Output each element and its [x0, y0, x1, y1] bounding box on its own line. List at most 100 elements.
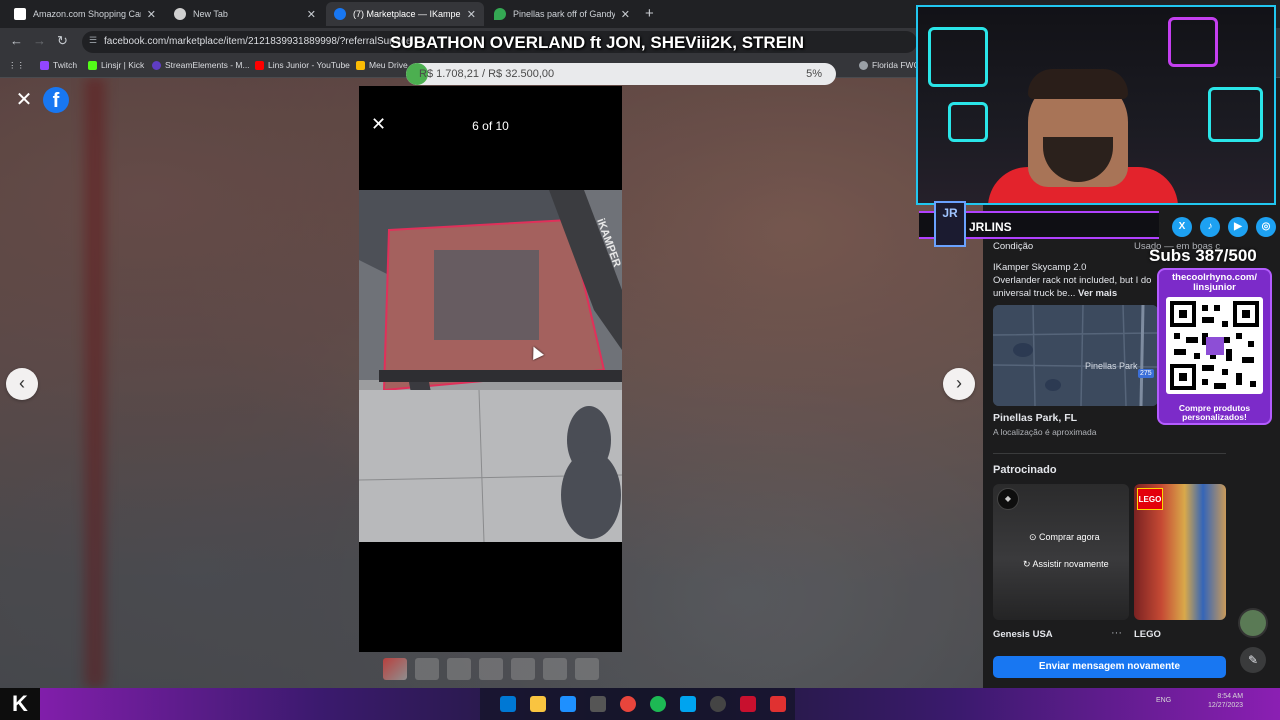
donation-goal-bar: R$ 1.708,21 / R$ 32.500,00 5%: [406, 63, 836, 85]
goal-percent: 5%: [806, 68, 822, 80]
facebook-icon: [334, 8, 346, 20]
streamer-name-bar: JRLINS JR X ♪ ▶ ◎: [916, 201, 1280, 247]
app-icon[interactable]: [680, 696, 696, 712]
bookmark-florida-fwc[interactable]: Florida FWC: [859, 60, 920, 70]
streamer-webcam: [916, 5, 1276, 205]
location-note: A localização é aproximada: [993, 427, 1097, 437]
steam-icon[interactable]: [590, 696, 606, 712]
location-map[interactable]: Pinellas Park 275: [993, 305, 1158, 406]
replay-button[interactable]: ↻ Assistir novamente: [1023, 559, 1109, 570]
taskbar-apps: [480, 688, 795, 720]
more-options-icon[interactable]: ···: [1111, 627, 1122, 639]
spotify-icon[interactable]: [650, 696, 666, 712]
youtube-icon: [255, 60, 264, 70]
facebook-logo[interactable]: f: [43, 87, 69, 113]
tab-new-tab[interactable]: New Tab ✕: [166, 2, 324, 26]
new-tab-button[interactable]: +: [645, 5, 654, 22]
tab-marketplace[interactable]: (7) Marketplace — IKamper Sky ✕: [326, 2, 484, 26]
marketplace-photo-viewer: ✕ f ✕ 6 of 10 iKAMPER ‹ ›: [0, 78, 983, 688]
qr-promo-card: thecoolrhyno.com/ linsjunior Compre prod…: [1157, 268, 1272, 425]
next-photo-button[interactable]: ›: [943, 368, 975, 400]
thumbnail[interactable]: [447, 658, 471, 680]
obs-icon[interactable]: [710, 696, 726, 712]
close-tab-icon[interactable]: ✕: [307, 8, 316, 21]
bookmark-twitch[interactable]: Twitch: [40, 60, 77, 70]
forward-icon[interactable]: →: [33, 33, 46, 48]
kick-logo: K: [0, 688, 40, 720]
ad-lego[interactable]: LEGO: [1134, 484, 1226, 620]
kick-icon: [88, 60, 97, 70]
app-icon[interactable]: [770, 696, 786, 712]
close-tab-icon[interactable]: ✕: [467, 8, 476, 21]
thumbnail[interactable]: [479, 658, 503, 680]
instagram-icon: ◎: [1256, 217, 1276, 237]
previous-photo-button[interactable]: ‹: [6, 368, 38, 400]
bookmark-youtube[interactable]: Lins Junior - YouTube: [255, 60, 350, 70]
ad-genesis[interactable]: ◆ ⊙ Comprar agora ↻ Assistir novamente: [993, 484, 1129, 620]
amazon-icon: [14, 8, 26, 20]
photo-counter: 6 of 10: [472, 119, 509, 133]
thumbnail[interactable]: [415, 658, 439, 680]
photo-viewer: ✕ 6 of 10 iKAMPER: [359, 86, 622, 652]
thumbnail[interactable]: [575, 658, 599, 680]
language-indicator[interactable]: ENG: [1156, 697, 1171, 704]
tab-google-maps[interactable]: Pinellas park off of Gandy - Go ✕: [486, 2, 638, 26]
streamelements-icon: [152, 60, 161, 70]
start-icon[interactable]: [500, 696, 516, 712]
apps-icon[interactable]: ⋮⋮: [8, 60, 25, 71]
goal-amount: R$ 1.708,21 / R$ 32.500,00: [419, 68, 555, 80]
see-more-link[interactable]: Ver mais: [1078, 288, 1117, 299]
tiktok-icon: ♪: [1200, 217, 1220, 237]
listing-title: IKamper Skycamp 2.0: [993, 262, 1087, 273]
streamer-name: JRLINS: [969, 220, 1012, 234]
divider: [993, 453, 1226, 454]
genesis-logo-icon: ◆: [997, 488, 1019, 510]
tab-amazon-cart[interactable]: Amazon.com Shopping Cart ✕: [6, 2, 164, 26]
chrome-icon[interactable]: [620, 696, 636, 712]
ad-advertiser-name: LEGO: [1134, 629, 1161, 640]
close-icon[interactable]: ✕: [12, 88, 36, 112]
windows-taskbar: K ENG 8:54 AM 12/27/2023: [0, 688, 1280, 720]
file-explorer-icon[interactable]: [530, 696, 546, 712]
highway-shield: 275: [1138, 369, 1154, 378]
bookmark-drive[interactable]: Meu Drive: [356, 60, 408, 70]
qr-pattern: [1170, 301, 1259, 390]
taskbar-clock[interactable]: 8:54 AM 12/27/2023: [1208, 692, 1243, 710]
listing-location: Pinellas Park, FL: [993, 412, 1078, 424]
subathon-title: SUBATHON OVERLAND ft JON, SHEViii2K, STR…: [390, 33, 805, 52]
thumbnail[interactable]: [543, 658, 567, 680]
twitch-icon: [40, 60, 49, 70]
drive-icon: [356, 60, 365, 70]
thumbnail[interactable]: [511, 658, 535, 680]
maps-pin-icon: [494, 8, 506, 20]
qr-url: thecoolrhyno.com/ linsjunior: [1172, 272, 1257, 293]
edge-icon[interactable]: [560, 696, 576, 712]
x-icon: X: [1172, 217, 1192, 237]
shop-now-button[interactable]: ⊙ Comprar agora: [1029, 532, 1100, 543]
subs-counter: Subs 387/500: [1149, 246, 1257, 265]
compose-icon[interactable]: ✎: [1240, 647, 1266, 673]
app-icon[interactable]: [740, 696, 756, 712]
map-place-label: Pinellas Park: [1085, 361, 1138, 371]
streamer-logo: JR: [934, 201, 966, 247]
qr-caption: Compre produtos personalizados!: [1178, 403, 1251, 422]
lego-logo: LEGO: [1137, 488, 1163, 510]
map-graphic: [993, 305, 1158, 406]
listing-photo: iKAMPER: [359, 190, 622, 542]
listing-description-line2: universal truck be... Ver mais: [993, 288, 1118, 299]
close-tab-icon[interactable]: ✕: [621, 8, 630, 21]
site-info-icon[interactable]: ☰: [89, 35, 97, 46]
reload-icon[interactable]: ↻: [57, 33, 68, 49]
chat-head-avatar[interactable]: [1238, 608, 1268, 638]
send-message-button[interactable]: Enviar mensagem novamente: [993, 656, 1226, 678]
thumbnail-strip: [383, 658, 607, 680]
back-icon[interactable]: ←: [10, 33, 23, 48]
screen: Amazon.com Shopping Cart ✕ New Tab ✕ (7)…: [0, 0, 1280, 720]
bookmark-kick[interactable]: Linsjr | Kick: [88, 60, 144, 70]
youtube-icon: ▶: [1228, 217, 1248, 237]
close-tab-icon[interactable]: ✕: [147, 8, 156, 21]
bookmark-streamelements[interactable]: StreamElements - M...: [152, 60, 250, 70]
ad-advertiser-name: Genesis USA: [993, 629, 1053, 640]
tent-photo: iKAMPER: [359, 190, 622, 542]
thumbnail[interactable]: [383, 658, 407, 680]
